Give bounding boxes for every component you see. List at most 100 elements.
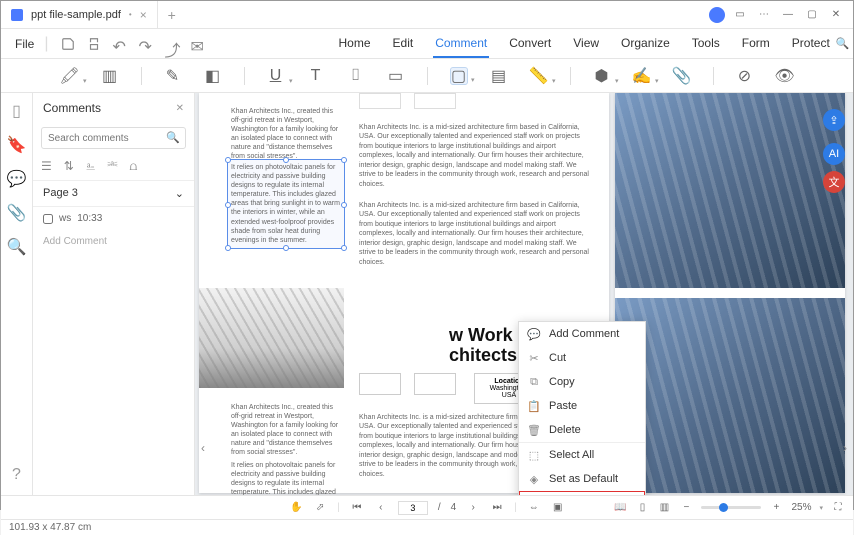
- close-tab-icon[interactable]: ×: [140, 8, 147, 22]
- ctx-properties[interactable]: ⚙Properties: [519, 491, 645, 495]
- close-window-button[interactable]: ✕: [827, 6, 845, 24]
- ai-floating-button[interactable]: AI: [823, 143, 845, 165]
- search-tools[interactable]: 🔍 Search Tools: [836, 32, 854, 56]
- repeat-text-1: Khan Architects Inc., created this off-g…: [231, 403, 343, 458]
- zoom-slider[interactable]: [701, 506, 761, 509]
- keep-selected-icon[interactable]: ⊘: [736, 67, 754, 85]
- panel-close-icon[interactable]: ✕: [176, 103, 184, 114]
- comment-checkbox[interactable]: [43, 214, 53, 224]
- tab-comment[interactable]: Comment: [433, 30, 489, 58]
- area-highlight-tool[interactable]: ▥: [101, 67, 119, 85]
- translate-floating-button[interactable]: 文: [823, 171, 845, 193]
- email-icon[interactable]: ✉: [191, 37, 205, 51]
- underline-tool[interactable]: U: [267, 67, 285, 85]
- share-floating-button[interactable]: ⇪: [823, 109, 845, 131]
- tab-view[interactable]: View: [571, 30, 601, 58]
- comment-item[interactable]: ws 10:33: [33, 207, 194, 230]
- undo-icon[interactable]: ↶: [113, 37, 127, 51]
- tab-protect[interactable]: Protect: [790, 30, 832, 58]
- bookmarks-icon[interactable]: 🔖: [9, 137, 25, 153]
- page-group-header[interactable]: Page 3 ⌄: [33, 180, 194, 207]
- add-tab-button[interactable]: +: [158, 7, 186, 23]
- stamp-tool[interactable]: ⬢: [593, 67, 611, 85]
- messages-icon[interactable]: ▭: [731, 6, 749, 24]
- ctx-copy[interactable]: ⧉Copy: [519, 370, 645, 394]
- ctx-cut[interactable]: ✂Cut: [519, 346, 645, 370]
- filter-row: ☰ ⇅ ⎁ ⎃ ⩍: [33, 153, 194, 180]
- print-icon[interactable]: [87, 37, 101, 51]
- ctx-add-comment[interactable]: 💬Add Comment: [519, 322, 645, 346]
- comments-icon[interactable]: 💬: [9, 171, 25, 187]
- attachments-rail-icon[interactable]: 📎: [9, 205, 25, 221]
- fit-page-icon[interactable]: ▣: [551, 501, 565, 515]
- building-image-bottom: [615, 298, 845, 493]
- next-page-icon[interactable]: ›: [466, 501, 480, 515]
- measure-tool[interactable]: 📏: [530, 67, 548, 85]
- ctx-delete[interactable]: 🗑Delete: [519, 418, 645, 442]
- redo-icon[interactable]: ↷: [139, 37, 153, 51]
- signature-tool[interactable]: ✍: [633, 67, 651, 85]
- note-tool[interactable]: ▤: [490, 67, 508, 85]
- prev-page-icon[interactable]: ‹: [374, 501, 388, 515]
- read-mode-icon[interactable]: 📖: [613, 501, 627, 515]
- prev-page-arrow[interactable]: ‹: [201, 441, 205, 455]
- hand-tool-icon[interactable]: ✋: [289, 501, 303, 515]
- more-icon[interactable]: ⋯: [755, 6, 773, 24]
- expand-icon[interactable]: ⇅: [64, 159, 74, 174]
- minimize-button[interactable]: —: [779, 6, 797, 24]
- delete-icon: 🗑: [527, 423, 541, 437]
- tab-convert[interactable]: Convert: [507, 30, 553, 58]
- search-icon[interactable]: 🔍: [166, 131, 180, 144]
- fit-width-icon[interactable]: ⇔: [527, 501, 541, 515]
- last-page-icon[interactable]: ⏭: [490, 501, 504, 515]
- document-area[interactable]: Khan Architects Inc., created this off-g…: [195, 93, 853, 495]
- fullscreen-icon[interactable]: ⛶: [831, 501, 845, 515]
- user-avatar[interactable]: [709, 7, 725, 23]
- attachment-tool[interactable]: 📎: [673, 67, 691, 85]
- ctx-select-all[interactable]: ⬚Select All: [519, 443, 645, 467]
- highlighter-tool[interactable]: 🖍: [61, 67, 79, 85]
- save-icon[interactable]: [61, 37, 75, 51]
- pdf-icon: [11, 9, 23, 21]
- ctx-set-default[interactable]: ◈Set as Default: [519, 467, 645, 491]
- tab-organize[interactable]: Organize: [619, 30, 672, 58]
- maximize-button[interactable]: ▢: [803, 6, 821, 24]
- next-page-arrow[interactable]: ›: [843, 441, 847, 455]
- pencil-tool[interactable]: ✎: [164, 67, 182, 85]
- filter3-icon[interactable]: ⩍: [130, 159, 138, 174]
- filter2-icon[interactable]: ⎃: [107, 159, 117, 174]
- page-total: 4: [451, 502, 457, 513]
- help-icon[interactable]: ?: [9, 467, 25, 483]
- share-icon[interactable]: ⤴: [165, 37, 179, 51]
- tab-tools[interactable]: Tools: [690, 30, 722, 58]
- zoom-in-icon[interactable]: +: [769, 501, 783, 515]
- zoom-out-icon[interactable]: −: [679, 501, 693, 515]
- search-rail-icon[interactable]: 🔍: [9, 239, 25, 255]
- tab-form[interactable]: Form: [740, 30, 772, 58]
- paragraph-1: Khan Architects Inc. is a mid-sized arch…: [359, 123, 589, 189]
- callout-tool[interactable]: ⌷: [347, 67, 365, 85]
- layout-single-icon[interactable]: ▯: [635, 501, 649, 515]
- hide-comments-icon[interactable]: 👁: [776, 67, 794, 85]
- document-tab[interactable]: ppt file-sample.pdf • ×: [1, 1, 158, 28]
- eraser-tool[interactable]: ◧: [204, 67, 222, 85]
- file-menu[interactable]: File: [9, 37, 40, 51]
- layout-double-icon[interactable]: ▥: [657, 501, 671, 515]
- thumbnails-icon[interactable]: ▯: [9, 103, 25, 119]
- select-tool-icon[interactable]: ⬀: [313, 501, 327, 515]
- comments-search-input[interactable]: [41, 127, 186, 149]
- search-icon: 🔍: [836, 37, 850, 50]
- ctx-paste[interactable]: 📋Paste: [519, 394, 645, 418]
- filter1-icon[interactable]: ⎁: [86, 159, 96, 174]
- text-tool[interactable]: T: [307, 67, 325, 85]
- first-page-icon[interactable]: ⏮: [350, 501, 364, 515]
- add-comment-field[interactable]: Add Comment: [33, 230, 194, 253]
- shape-tool[interactable]: ▢: [450, 67, 468, 85]
- sort-icon[interactable]: ☰: [41, 159, 52, 174]
- tab-edit[interactable]: Edit: [391, 30, 416, 58]
- menubar: File | ↶ ↷ ⤴ ✉ Home Edit Comment Convert…: [1, 29, 853, 59]
- page-number-input[interactable]: [398, 501, 428, 515]
- tab-home[interactable]: Home: [337, 30, 373, 58]
- paragraph-2: Khan Architects Inc. is a mid-sized arch…: [359, 201, 589, 267]
- textbox-tool[interactable]: ▭: [387, 67, 405, 85]
